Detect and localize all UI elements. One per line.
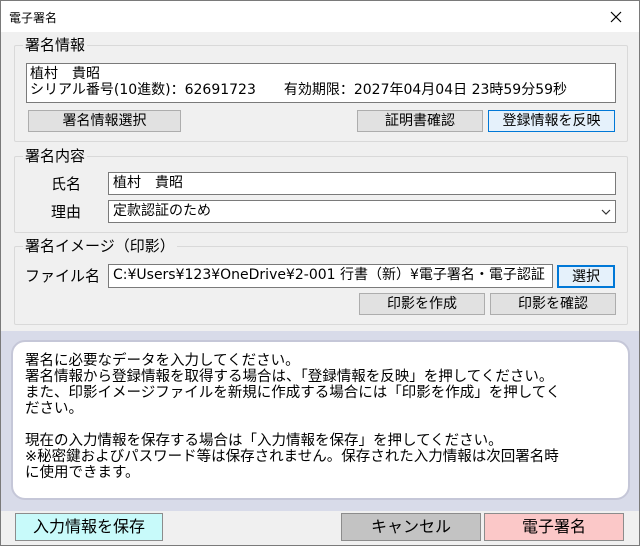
help-line: 現在の入力情報を保存する場合は「入力情報を保存」を押してください。 — [25, 433, 503, 449]
chevron-down-icon — [601, 209, 611, 215]
help-line: に使用できます。 — [25, 465, 140, 481]
sign-image-legend: 署名イメージ（印影） — [23, 236, 177, 256]
save-input-button[interactable]: 入力情報を保存 — [15, 513, 163, 541]
create-seal-button[interactable]: 印影を作成 — [359, 293, 485, 315]
help-line: 署名に必要なデータを入力してください。 — [25, 353, 300, 369]
help-line: また、印影イメージファイルを新規に作成する場合には「印影を作成」を押してく — [25, 385, 561, 401]
reason-value: 定款認証のため — [113, 203, 211, 219]
sign-info-serial: シリアル番号(10進数)：62691723 有効期限：2027年04月04日 2… — [30, 82, 568, 98]
file-name-label: ファイル名 — [25, 267, 101, 285]
help-line: 署名情報から登録情報を取得する場合は、「登録情報を反映」を押してください。 — [25, 369, 554, 385]
help-text-box: 署名に必要なデータを入力してください。 署名情報から登録情報を取得する場合は、「… — [11, 340, 630, 500]
apply-registration-button[interactable]: 登録情報を反映 — [488, 110, 615, 132]
sign-info-display: 植村 貴昭 シリアル番号(10進数)：62691723 有効期限：2027年04… — [26, 63, 616, 103]
close-icon — [610, 11, 622, 22]
sign-info-select-button[interactable]: 署名情報選択 — [28, 110, 181, 132]
reason-select[interactable]: 定款認証のため — [108, 200, 616, 223]
reason-label: 理由 — [51, 203, 82, 221]
name-field[interactable]: 植村 貴昭 — [108, 172, 616, 195]
help-line: ※秘密鍵およびパスワード等は保存されません。保存された入力情報は次回署名時 — [25, 449, 559, 465]
dialog-window: 電子署名 署名情報 植村 貴昭 シリアル番号(10進数)：62691723 有効… — [0, 0, 640, 546]
sign-info-holder: 植村 貴昭 — [30, 66, 100, 82]
file-select-button[interactable]: 選択 — [557, 265, 615, 288]
name-label: 氏名 — [51, 175, 82, 193]
window-title: 電子署名 — [9, 11, 58, 25]
title-bar: 電子署名 — [1, 1, 639, 32]
sign-content-legend: 署名内容 — [23, 146, 88, 166]
close-button[interactable] — [593, 1, 639, 32]
help-line — [25, 417, 616, 433]
sign-info-legend: 署名情報 — [23, 35, 88, 55]
electronic-sign-button[interactable]: 電子署名 — [484, 513, 624, 541]
help-line: ださい。 — [25, 401, 83, 417]
cancel-button[interactable]: キャンセル — [341, 513, 481, 541]
file-path-field[interactable]: C:¥Users¥123¥OneDrive¥2-001 行書（新）¥電子署名・電… — [108, 264, 553, 288]
certificate-check-button[interactable]: 証明書確認 — [357, 110, 483, 132]
confirm-seal-button[interactable]: 印影を確認 — [490, 293, 616, 315]
